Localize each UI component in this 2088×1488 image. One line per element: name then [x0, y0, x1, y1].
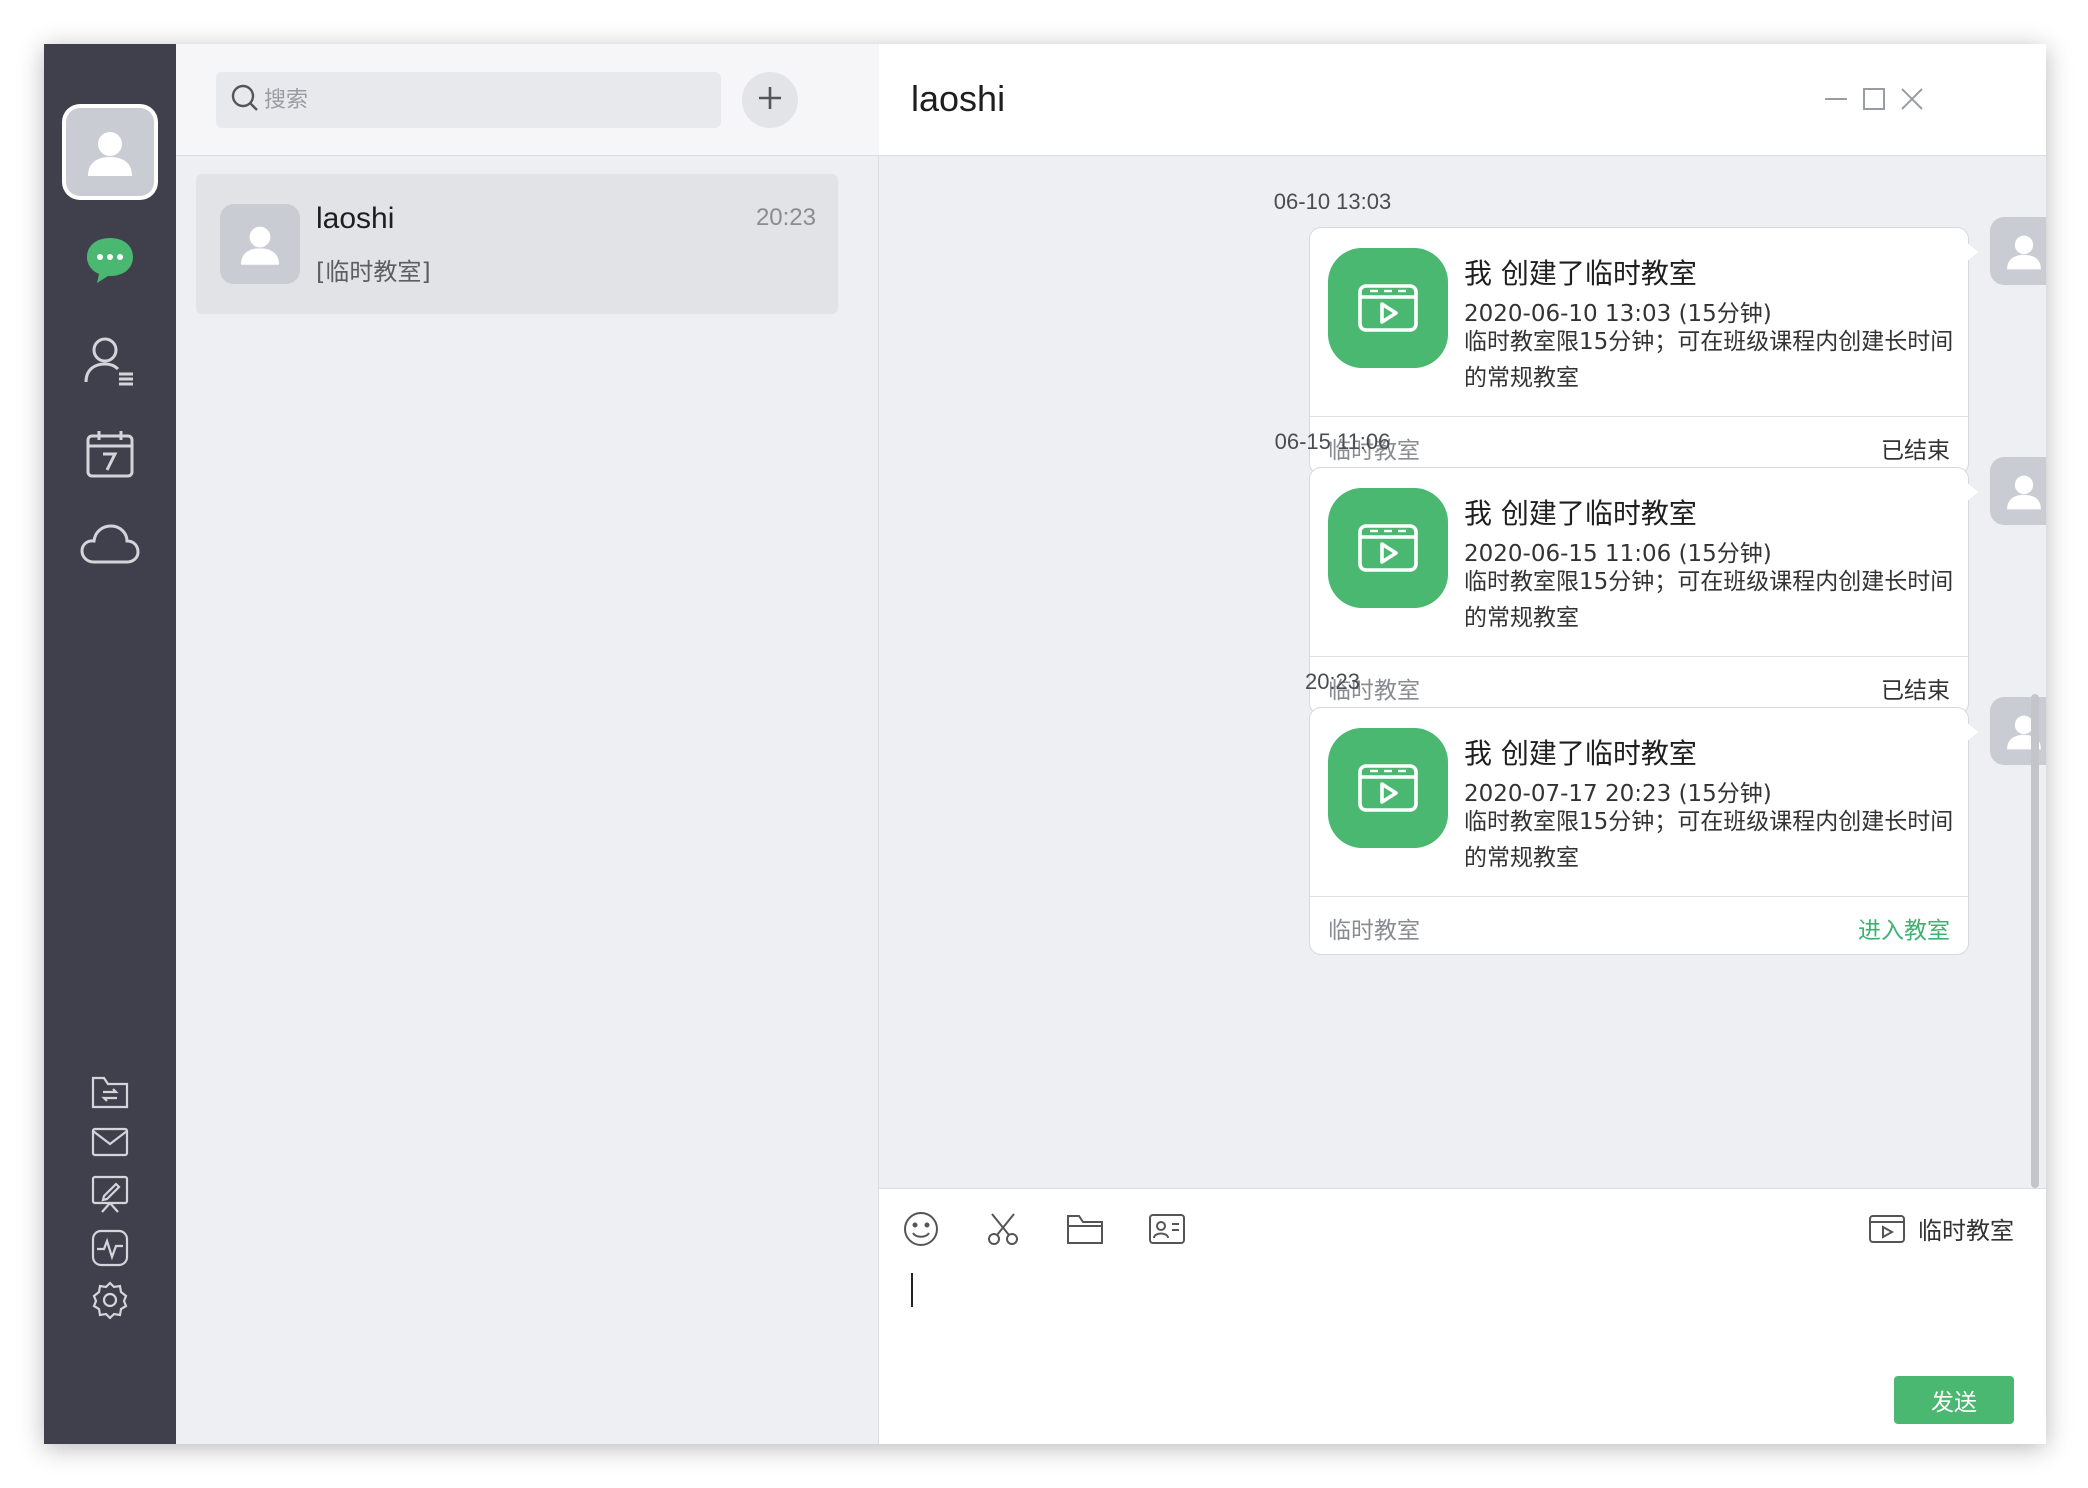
user-avatar-icon: [2007, 715, 2041, 750]
conversation-item[interactable]: laoshi 20:23 [临时教室]: [196, 174, 838, 314]
card-description: 临时教室限15分钟；可在班级课程内创建长时间的常规教室: [1464, 809, 1954, 871]
nav-chat[interactable]: [44, 234, 176, 286]
card-date: 2020-06-15 11:06 (15分钟): [1464, 541, 1772, 567]
search-input[interactable]: [264, 87, 684, 113]
mail-icon: [90, 1126, 130, 1158]
temp-class-label: 临时教室: [1918, 1217, 2014, 1245]
message-scrollbar[interactable]: [2031, 694, 2039, 1188]
message-list: 06-10 13:03 我 创建了临时教室 2020-06-10 13:03 (…: [879, 157, 2046, 1188]
chat-icon: [84, 234, 136, 286]
message-timestamp: 20:23: [1304, 669, 1361, 694]
card-title: 我 创建了临时教室: [1464, 497, 1697, 530]
app-window: laoshi 20:23 [临时教室] laoshi 06-10 13:03: [44, 44, 2046, 1444]
close-icon: [1899, 86, 1925, 117]
close-button[interactable]: [1897, 86, 1927, 116]
contact-avatar: [220, 204, 300, 284]
scissors-icon: [984, 1210, 1022, 1253]
minimize-icon: [1823, 86, 1849, 117]
message-timestamp: 06-10 13:03: [1273, 189, 1392, 214]
maximize-icon: [1861, 86, 1887, 117]
list-header: [176, 44, 879, 156]
whiteboard-icon: [90, 1174, 130, 1214]
conversation-preview: [临时教室]: [316, 258, 431, 286]
enter-classroom-link[interactable]: 进入教室: [1858, 911, 1950, 945]
cloud-icon: [80, 522, 140, 566]
card-title: 我 创建了临时教室: [1464, 257, 1697, 290]
file-transfer-icon: [90, 1074, 130, 1110]
calendar-icon: [84, 428, 136, 480]
my-avatar[interactable]: [62, 104, 158, 200]
sender-avatar: [1990, 217, 2046, 285]
plus-icon: [756, 84, 784, 117]
nav-file-transfer[interactable]: [44, 1074, 176, 1110]
classroom-video-icon: [1328, 248, 1448, 368]
nav-activity[interactable]: [44, 1228, 176, 1268]
activity-icon: [90, 1228, 130, 1268]
sender-avatar: [1990, 457, 2046, 525]
chat-header: laoshi: [879, 44, 2046, 156]
nav-cloud[interactable]: [44, 522, 176, 566]
card-date: 2020-07-17 20:23 (15分钟): [1464, 781, 1772, 807]
emoji-icon: [902, 1210, 940, 1253]
card-status: 已结束: [1881, 438, 1950, 464]
user-avatar-icon: [2007, 235, 2041, 270]
conversation-time: 20:23: [755, 204, 816, 231]
classroom-video-icon: [1328, 728, 1448, 848]
card-description: 临时教室限15分钟；可在班级课程内创建长时间的常规教室: [1464, 329, 1954, 391]
minimize-button[interactable]: [1821, 86, 1851, 116]
user-avatar-icon: [2007, 475, 2041, 510]
card-footer: 临时教室 进入教室: [1310, 896, 1968, 954]
search-icon: [230, 83, 260, 118]
chat-title: laoshi: [911, 78, 1006, 119]
message-timestamp: 06-15 11:06: [1274, 429, 1391, 454]
nav-settings[interactable]: [44, 1280, 176, 1320]
folder-icon: [1065, 1211, 1105, 1252]
text-cursor: [911, 1273, 913, 1307]
nav-contacts[interactable]: [44, 334, 176, 388]
card-date: 2020-06-10 13:03 (15分钟): [1464, 301, 1772, 327]
maximize-button[interactable]: [1859, 86, 1889, 116]
screenshot-button[interactable]: [981, 1209, 1025, 1253]
chat-panel: laoshi 06-10 13:03 我 创建了临时教室 2020-06-10 …: [879, 44, 2046, 1444]
nav-whiteboard[interactable]: [44, 1174, 176, 1214]
temp-class-button[interactable]: 临时教室: [1868, 1211, 2014, 1246]
conversation-list-panel: laoshi 20:23 [临时教室]: [176, 44, 879, 1444]
contacts-icon: [83, 334, 137, 388]
temp-classroom-card[interactable]: 我 创建了临时教室 2020-07-17 20:23 (15分钟) 临时教室限1…: [1309, 707, 1978, 955]
card-footer-label: 临时教室: [1328, 918, 1420, 944]
add-button[interactable]: [742, 72, 798, 128]
send-button[interactable]: 发送: [1894, 1376, 2014, 1424]
conversation-name: laoshi: [316, 202, 395, 235]
user-avatar-icon: [240, 226, 280, 265]
emoji-button[interactable]: [899, 1209, 943, 1253]
classroom-video-icon: [1328, 488, 1448, 608]
contact-card-icon: [1147, 1211, 1187, 1252]
card-description: 临时教室限15分钟；可在班级课程内创建长时间的常规教室: [1464, 569, 1954, 631]
nav-mail[interactable]: [44, 1126, 176, 1158]
card-title: 我 创建了临时教室: [1464, 737, 1697, 770]
search-box[interactable]: [216, 72, 721, 128]
settings-icon: [90, 1280, 130, 1320]
user-avatar-icon: [66, 108, 154, 196]
nav-calendar[interactable]: [44, 428, 176, 480]
message-composer: 临时教室 发送: [879, 1188, 2046, 1444]
contact-card-button[interactable]: [1145, 1209, 1189, 1253]
send-file-button[interactable]: [1063, 1209, 1107, 1253]
temp-class-icon: [1868, 1213, 1906, 1245]
nav-rail: [44, 44, 176, 1444]
card-status: 已结束: [1881, 678, 1950, 704]
